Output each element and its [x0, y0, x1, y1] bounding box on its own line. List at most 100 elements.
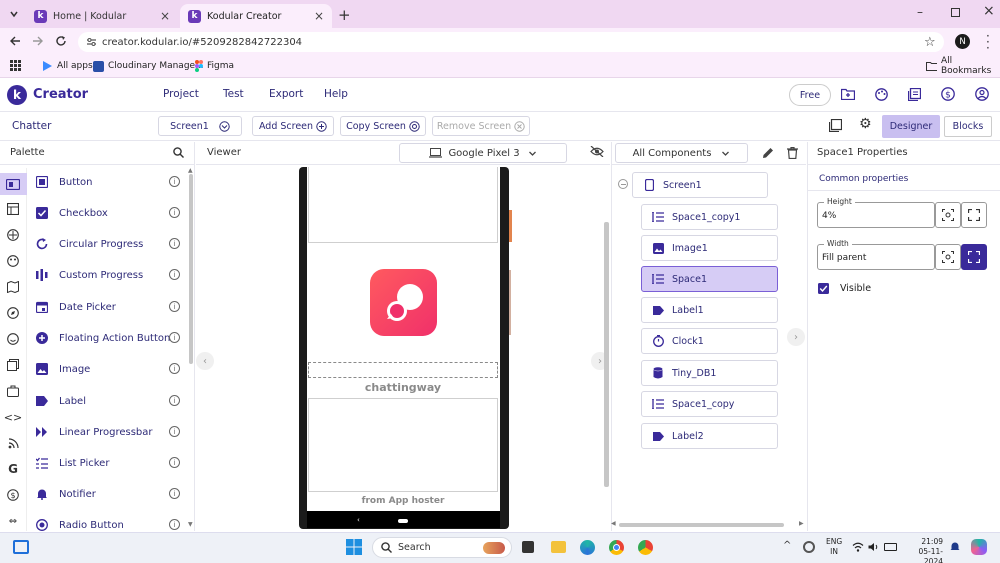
file-explorer-icon[interactable]	[551, 541, 566, 553]
tree-node[interactable]: Clock1	[641, 328, 778, 354]
tab-search-button[interactable]	[7, 7, 21, 21]
height-percent-button[interactable]	[935, 202, 961, 228]
palette-item-radio-button[interactable]: Radio Button i	[28, 510, 188, 531]
add-screen-button[interactable]: Add Screen	[252, 116, 334, 136]
width-field[interactable]: Width Fill parent	[817, 239, 935, 270]
screen-select[interactable]: Screen1	[158, 116, 242, 136]
connectivity-category-icon[interactable]	[5, 435, 21, 451]
extensions-category-icon[interactable]: ⇔	[5, 513, 21, 529]
copilot-icon[interactable]	[971, 539, 987, 555]
tree-node[interactable]: Label1	[641, 297, 778, 323]
close-window-button[interactable]: ×	[983, 3, 995, 19]
open-project-icon[interactable]	[841, 88, 855, 100]
restore-window-button[interactable]	[951, 8, 960, 17]
palette-item-image[interactable]: Image i	[28, 354, 188, 384]
tree-node[interactable]: Space1_copy1	[641, 204, 778, 230]
maps-category-icon[interactable]	[5, 279, 21, 295]
visible-checkbox[interactable]	[818, 283, 829, 294]
themes-palette-icon[interactable]	[875, 88, 888, 101]
account-icon[interactable]	[975, 87, 989, 101]
palette-item-circular-progress[interactable]: Circular Progress i	[28, 229, 188, 259]
tree-node[interactable]: Tiny_DB1	[641, 360, 778, 386]
info-icon[interactable]: i	[169, 301, 180, 312]
taskbar-search[interactable]: Search	[372, 537, 512, 558]
sensors-category-icon[interactable]	[5, 305, 21, 321]
viewer-prev-button[interactable]: ‹	[196, 352, 214, 370]
profile-avatar[interactable]: N	[955, 34, 970, 49]
component-space1-selected[interactable]	[308, 362, 498, 378]
bookmark-figma[interactable]: Figma	[195, 59, 234, 73]
tree-scroll-right[interactable]: ▶	[799, 520, 804, 527]
tray-app-icon[interactable]	[803, 541, 815, 553]
user-interface-category-icon[interactable]	[5, 176, 21, 192]
delete-trash-icon[interactable]	[787, 147, 798, 159]
palette-scroll-down[interactable]: ▼	[188, 521, 193, 528]
info-icon[interactable]: i	[169, 457, 180, 468]
info-icon[interactable]: i	[169, 176, 180, 187]
width-fill-parent-button-active[interactable]	[961, 244, 987, 270]
bookmark-star-icon[interactable]: ☆	[924, 35, 936, 50]
info-icon[interactable]: i	[169, 519, 180, 530]
plan-badge[interactable]: Free	[789, 84, 831, 106]
close-tab-icon[interactable]: ×	[314, 9, 324, 23]
tree-node-selected[interactable]: Space1	[641, 266, 778, 292]
palette-item-list-picker[interactable]: List Picker i	[28, 448, 188, 478]
info-icon[interactable]: i	[169, 395, 180, 406]
info-icon[interactable]: i	[169, 426, 180, 437]
palette-item-button[interactable]: Button i	[28, 167, 188, 197]
info-icon[interactable]: i	[169, 238, 180, 249]
menu-test[interactable]: Test	[223, 88, 244, 100]
new-tab-button[interactable]: +	[338, 6, 351, 24]
menu-project[interactable]: Project	[163, 88, 199, 100]
device-select[interactable]: Google Pixel 3	[399, 143, 567, 163]
clock-area[interactable]: 21:09 05-11-2024	[905, 537, 944, 563]
palette-search-icon[interactable]	[173, 147, 184, 158]
documentation-icon[interactable]	[908, 88, 921, 101]
forward-button[interactable]	[32, 35, 44, 47]
info-icon[interactable]: i	[169, 488, 180, 499]
component-space1-copy[interactable]	[308, 398, 498, 492]
info-icon[interactable]: i	[169, 363, 180, 374]
app-logo-image[interactable]	[370, 269, 437, 336]
billing-icon[interactable]: $	[941, 87, 955, 101]
all-bookmarks-button[interactable]: All Bookmarks	[926, 56, 1000, 76]
collapse-panel-button[interactable]: ›	[787, 328, 805, 346]
label-app-name[interactable]: chattingway	[308, 381, 498, 394]
gallery-icon[interactable]	[829, 119, 842, 132]
layout-category-icon[interactable]	[5, 201, 21, 217]
google-category-icon[interactable]: G	[5, 461, 21, 477]
palette-item-label[interactable]: Label i	[28, 386, 188, 416]
palette-item-floating-action-button[interactable]: Floating Action Button i	[28, 323, 188, 353]
browser-menu-icon[interactable]: · · ·	[986, 30, 990, 54]
back-button[interactable]	[9, 35, 21, 47]
code-category-icon[interactable]: <>	[4, 409, 22, 425]
tree-node-screen1[interactable]: Screen1	[632, 172, 768, 198]
tray-overflow-icon[interactable]: ^	[783, 540, 791, 551]
width-percent-button[interactable]	[935, 244, 961, 270]
palette-item-custom-progress[interactable]: Custom Progress i	[28, 260, 188, 290]
collapse-tree-icon[interactable]	[618, 179, 628, 189]
language-indicator[interactable]: ENG IN	[826, 537, 842, 557]
palette-scrollbar[interactable]	[189, 174, 193, 364]
palette-item-checkbox[interactable]: Checkbox i	[28, 198, 188, 228]
tree-node[interactable]: Label2	[641, 423, 778, 449]
reload-button[interactable]	[55, 35, 67, 47]
kodular-logo[interactable]: k	[7, 85, 27, 105]
palette-scroll-up[interactable]: ▲	[188, 167, 193, 174]
palette-item-notifier[interactable]: Notifier i	[28, 479, 188, 509]
info-icon[interactable]: i	[169, 269, 180, 280]
bookmark-cloudinary[interactable]: Cloudinary Manage...	[93, 59, 204, 73]
component-space1-copy1[interactable]	[308, 167, 498, 243]
rename-pencil-icon[interactable]	[762, 147, 774, 159]
minimize-window-button[interactable]: –	[917, 5, 923, 19]
info-icon[interactable]: i	[169, 332, 180, 343]
chrome-icon[interactable]	[609, 540, 624, 555]
copy-screen-button[interactable]: Copy Screen	[340, 116, 426, 136]
site-info-icon[interactable]	[86, 37, 97, 47]
remove-screen-button[interactable]: Remove Screen	[432, 116, 530, 136]
notifications-bell-icon[interactable]	[950, 541, 960, 552]
browser-tab-home[interactable]: k Home | Kodular ×	[26, 4, 178, 28]
tab-designer[interactable]: Designer	[882, 115, 940, 138]
apps-grid-icon[interactable]	[10, 60, 21, 71]
url-bar[interactable]: creator.kodular.io/#5209282842722304	[78, 32, 944, 52]
